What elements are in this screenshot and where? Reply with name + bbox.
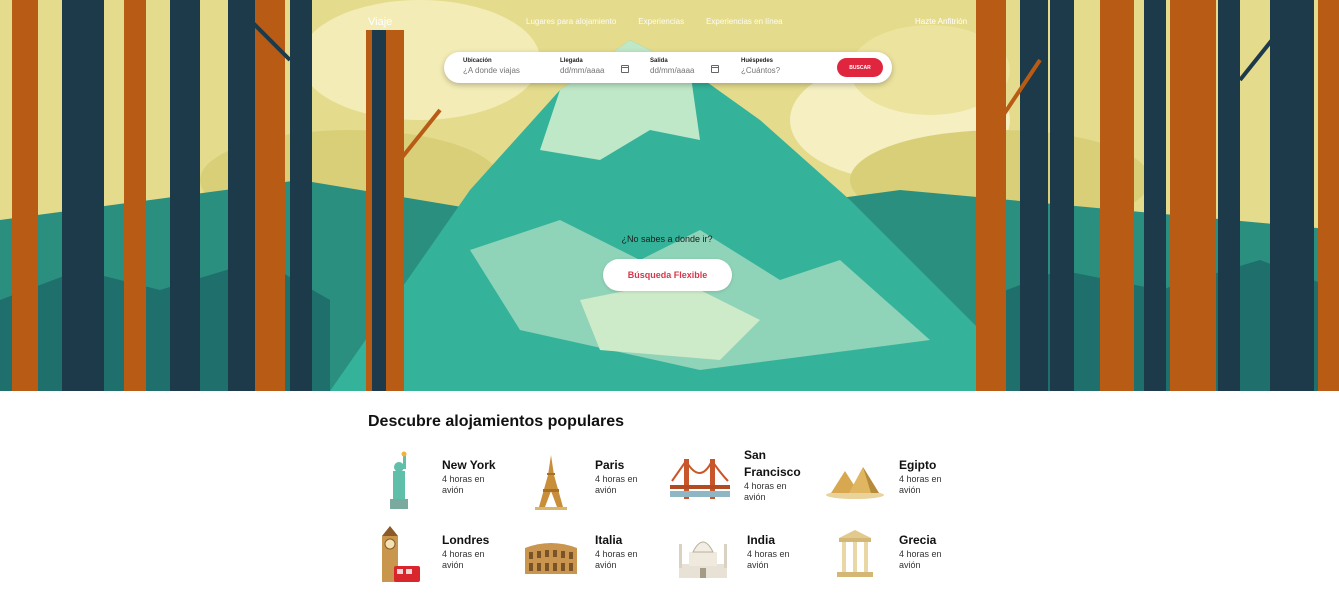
hero-banner: Viaje Lugares para alojamiento Experienc… (0, 0, 1339, 391)
destination-info: San Francisco 4 horas en avión (744, 447, 812, 503)
greek-temple-icon (837, 530, 873, 577)
destination-name: Egipto (899, 458, 937, 472)
nav-link-online-experiences[interactable]: Experiencias en línea (706, 17, 783, 26)
eiffel-tower-icon (535, 455, 567, 510)
destination-info: India 4 horas en avión (747, 532, 815, 571)
destination-name: San Francisco (744, 448, 801, 479)
become-host-link[interactable]: Hazte Anfitrión (915, 17, 967, 26)
arrival-date-input[interactable] (560, 66, 614, 75)
location-input[interactable] (463, 66, 533, 75)
unsure-prompt: ¿No sabes a donde ir? (621, 234, 713, 244)
destination-travel-time: 4 horas en avión (595, 474, 638, 495)
nav-link-stays[interactable]: Lugares para alojamiento (526, 17, 616, 26)
destination-card-egypt[interactable]: Egipto 4 horas en avión (825, 447, 970, 513)
nav-links: Lugares para alojamiento Experiencias Ex… (526, 17, 783, 26)
destination-name: Italia (595, 533, 623, 547)
destination-info: Grecia 4 horas en avión (899, 532, 967, 571)
destination-travel-time: 4 horas en avión (747, 549, 790, 570)
departure-label: Salida (650, 58, 668, 64)
statue-of-liberty-icon (390, 451, 408, 509)
arrival-calendar-icon[interactable] (621, 65, 629, 73)
destination-name: India (747, 533, 776, 547)
destination-card-new-york[interactable]: New York 4 horas en avión (368, 447, 513, 513)
location-label: Ubicación (463, 58, 492, 64)
destination-card-italy[interactable]: Italia 4 horas en avión (521, 522, 666, 588)
destination-travel-time: 4 horas en avión (442, 549, 485, 570)
flexible-search-button[interactable]: Búsqueda Flexible (603, 259, 732, 291)
destination-name: Grecia (899, 533, 937, 547)
top-navigation: Viaje Lugares para alojamiento Experienc… (0, 0, 1339, 42)
nav-link-experiences[interactable]: Experiencias (638, 17, 684, 26)
departure-date-input[interactable] (650, 66, 704, 75)
arrival-field[interactable]: Llegada (560, 58, 614, 75)
destination-travel-time: 4 horas en avión (899, 549, 942, 570)
destination-card-san-francisco[interactable]: San Francisco 4 horas en avión (670, 447, 815, 513)
pyramids-icon (826, 467, 884, 499)
destination-card-london[interactable]: Londres 4 horas en avión (368, 522, 513, 588)
search-button[interactable]: BUSCAR (837, 58, 883, 77)
destination-name: Londres (442, 533, 490, 547)
destination-name: New York (442, 458, 496, 472)
guests-label: Huéspedes (741, 58, 774, 64)
destination-travel-time: 4 horas en avión (442, 474, 485, 495)
destination-info: Paris 4 horas en avión (595, 457, 663, 496)
taj-mahal-icon (679, 541, 727, 578)
destination-card-india[interactable]: India 4 horas en avión (673, 522, 818, 588)
destination-info: Italia 4 horas en avión (595, 532, 663, 571)
golden-gate-bridge-icon (670, 459, 730, 499)
destination-info: New York 4 horas en avión (442, 457, 510, 496)
departure-calendar-icon[interactable] (711, 65, 719, 73)
popular-section-title: Descubre alojamientos populares (368, 413, 625, 430)
location-field[interactable]: Ubicación (463, 58, 533, 75)
arrival-label: Llegada (560, 58, 583, 64)
destination-travel-time: 4 horas en avión (744, 481, 787, 502)
destination-info: Egipto 4 horas en avión (899, 457, 967, 496)
destination-travel-time: 4 horas en avión (595, 549, 638, 570)
guests-field[interactable]: Huéspedes (741, 58, 811, 75)
brand-logo[interactable]: Viaje (368, 16, 392, 28)
destination-info: Londres 4 horas en avión (442, 532, 510, 571)
departure-field[interactable]: Salida (650, 58, 704, 75)
big-ben-icon (382, 526, 420, 582)
destination-card-greece[interactable]: Grecia 4 horas en avión (825, 522, 970, 588)
destination-travel-time: 4 horas en avión (899, 474, 942, 495)
guests-input[interactable] (741, 66, 811, 75)
destination-name: Paris (595, 458, 625, 472)
colosseum-icon (525, 543, 577, 574)
search-bar: Ubicación Llegada Salida Huéspedes BUSCA… (444, 52, 892, 83)
destination-card-paris[interactable]: Paris 4 horas en avión (521, 447, 666, 513)
